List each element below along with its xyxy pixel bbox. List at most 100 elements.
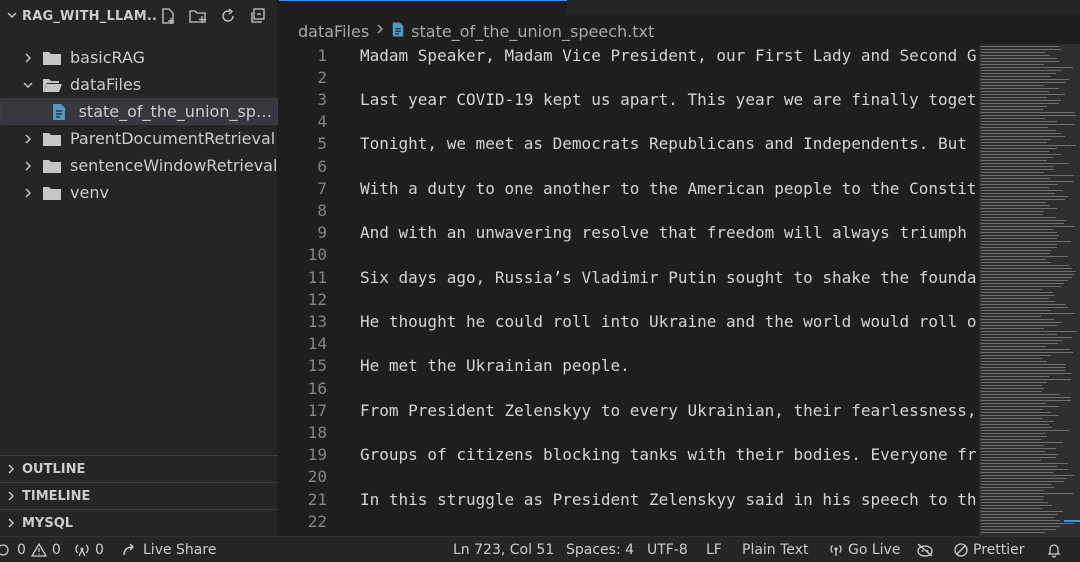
minimap-line [981, 133, 1061, 134]
minimap-line [981, 64, 1044, 65]
minimap-line [981, 247, 1057, 248]
minimap-line [981, 340, 1062, 341]
minimap-line [981, 145, 1076, 146]
minimap-line [981, 304, 1066, 305]
copilot-status[interactable] [916, 537, 934, 562]
editor-line[interactable]: 10 [279, 244, 979, 266]
editor-line[interactable]: 14 [279, 333, 979, 355]
tree-item-label: basicRAG [70, 48, 146, 67]
editor-line[interactable]: 17 From President Zelenskyy to every Ukra… [279, 399, 979, 421]
tree-item-label: sentenceWindowRetrieval [70, 156, 278, 175]
timeline-panel-header[interactable]: TIMELINE [0, 482, 278, 509]
editor-line[interactable]: 13 He thought he could roll into Ukraine … [279, 310, 979, 332]
minimap-line [981, 424, 1049, 425]
tree-folder-basicrag[interactable]: basicRAG [0, 44, 278, 71]
line-number: 18 [307, 422, 327, 442]
minimap-line [981, 301, 1055, 302]
prettier-status[interactable]: Prettier [954, 537, 1025, 562]
editor-line[interactable]: 11 Six days ago, Russia’s Vladimir Putin … [279, 266, 979, 288]
minimap-line [981, 364, 1066, 365]
line-number: 17 [307, 400, 327, 420]
tree-folder-parentdocumentretrieval[interactable]: ParentDocumentRetrieval [0, 125, 278, 152]
minimap-line [981, 217, 1056, 218]
new-folder-icon[interactable] [187, 5, 209, 27]
folder-open-icon [42, 77, 62, 93]
minimap-line [981, 178, 1050, 179]
warning-icon [30, 543, 47, 557]
language-mode-selector[interactable]: Plain Text [742, 537, 808, 562]
minimap-line [981, 286, 1061, 287]
encoding-selector[interactable]: UTF-8 [647, 537, 688, 562]
eol-selector[interactable]: LF [706, 537, 722, 562]
problems-indicator[interactable]: 0 0 [0, 537, 61, 562]
prettier-label: Prettier [973, 542, 1025, 558]
tree-folder-sentencewindowretrieval[interactable]: sentenceWindowRetrieval [0, 152, 278, 179]
editor-line[interactable]: 4 [279, 111, 979, 133]
outline-panel-header[interactable]: OUTLINE [0, 455, 278, 482]
editor-line[interactable]: 21 In this struggle as President Zelensky… [279, 488, 979, 510]
notifications-button[interactable] [1046, 537, 1062, 562]
eol-label: LF [706, 542, 722, 558]
tree-folder-venv[interactable]: venv [0, 179, 278, 206]
minimap-line [981, 70, 1062, 71]
minimap-line [981, 79, 1069, 80]
minimap-line [981, 163, 1069, 164]
minimap-line [981, 148, 1057, 149]
minimap-line [981, 460, 1041, 461]
ports-indicator[interactable]: 0 [74, 537, 104, 562]
minimap-line [981, 532, 1045, 533]
editor-line[interactable]: 9 And with an unwavering resolve that fre… [279, 222, 979, 244]
editor-line[interactable]: 19 Groups of citizens blocking tanks with… [279, 444, 979, 466]
minimap[interactable] [979, 44, 1080, 536]
line-text: Madam Speaker, Madam Vice President, our… [360, 45, 977, 65]
line-number: 12 [307, 289, 327, 309]
editor-line[interactable]: 3 Last year COVID-19 kept us apart. This … [279, 88, 979, 110]
text-editor[interactable]: 1 Madam Speaker, Madam Vice President, ou… [279, 44, 979, 536]
editor-line[interactable]: 5 Tonight, we meet as Democrats Republica… [279, 133, 979, 155]
live-share-button[interactable]: Live Share [122, 537, 216, 562]
live-share-icon [123, 543, 134, 556]
line-number: 7 [317, 178, 327, 198]
minimap-line [981, 271, 1076, 272]
explorer-header[interactable]: RAG_WITH_LLAM... [0, 0, 277, 32]
breadcrumb-folder[interactable]: dataFiles [298, 22, 369, 41]
cursor-position[interactable]: Ln 723, Col 51 [453, 537, 554, 562]
go-live-button[interactable]: Go Live [829, 537, 900, 562]
new-file-icon[interactable] [157, 5, 179, 27]
editor-line[interactable]: 18 [279, 421, 979, 443]
minimap-line [981, 385, 1042, 386]
minimap-line [981, 67, 1073, 68]
minimap-line [981, 454, 1058, 455]
editor-line[interactable]: 1 Madam Speaker, Madam Vice President, ou… [279, 44, 979, 66]
chevron-down-icon[interactable] [6, 9, 22, 24]
minimap-line [981, 103, 1059, 104]
minimap-line [981, 88, 1059, 89]
minimap-line [981, 415, 1059, 416]
refresh-icon[interactable] [217, 5, 239, 27]
minimap-line [981, 106, 1047, 107]
minimap-line [981, 523, 1074, 524]
editor-line[interactable]: 12 [279, 288, 979, 310]
line-text: Six days ago, Russia’s Vladimir Putin so… [360, 267, 977, 287]
tree-folder-datafiles[interactable]: dataFiles [0, 71, 278, 98]
tree-file-state-of-the-union[interactable]: state_of_the_union_spe... [0, 98, 278, 125]
editor-line[interactable]: 20 [279, 466, 979, 488]
breadcrumb-file[interactable]: state_of_the_union_speech.txt [411, 22, 654, 41]
active-editor-tab[interactable] [279, 0, 567, 14]
minimap-line [981, 169, 1054, 170]
editor-line[interactable]: 7 With a duty to one another to the Ameri… [279, 177, 979, 199]
line-text: And with an unwavering resolve that free… [360, 223, 967, 243]
editor-line[interactable]: 22 [279, 510, 979, 532]
minimap-line [981, 469, 1068, 470]
collapse-all-icon[interactable] [247, 5, 269, 27]
text-file-icon [51, 103, 71, 120]
editor-line[interactable]: 2 [279, 66, 979, 88]
editor-line[interactable]: 8 [279, 199, 979, 221]
editor-line[interactable]: 16 [279, 377, 979, 399]
editor-line[interactable]: 15 He met the Ukrainian people. [279, 355, 979, 377]
editor-line[interactable]: 6 [279, 155, 979, 177]
minimap-line [981, 391, 1042, 392]
indentation-selector[interactable]: Spaces: 4 [566, 537, 634, 562]
mysql-panel-header[interactable]: MYSQL [0, 509, 278, 536]
minimap-line [981, 358, 1042, 359]
